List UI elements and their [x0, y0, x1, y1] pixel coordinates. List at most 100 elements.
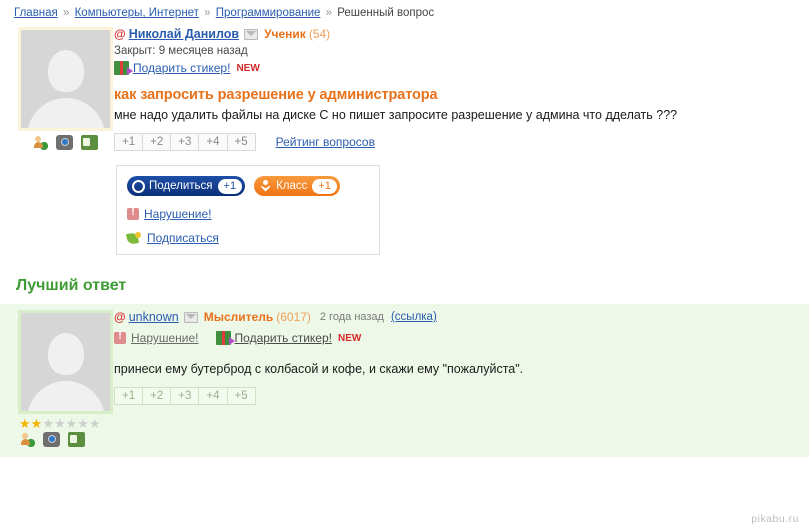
answer-time-ago: 2 года назад [319, 311, 384, 323]
answer-icon-strip [19, 432, 114, 447]
gift-icon[interactable] [114, 61, 133, 75]
rating-button-plus4[interactable]: +4 [199, 388, 228, 404]
best-answer-block: ★★★★★★★ @ unknown Мыслитель (6017) 2 год… [0, 304, 809, 457]
new-badge: NEW [236, 62, 260, 74]
question-gift-sticker-link[interactable]: Подарить стикер! [133, 61, 230, 75]
question-avatar-column [0, 27, 114, 150]
question-body: мне надо удалить файлы на диске С но пиш… [114, 108, 678, 122]
question-gift-sticker-row: Подарить стикер! NEW [114, 61, 795, 75]
share-button[interactable]: Поделиться +1 [127, 176, 246, 196]
rating-button-plus2[interactable]: +2 [143, 388, 172, 404]
best-answer-heading: Лучший ответ [0, 261, 809, 304]
video-icon[interactable] [67, 432, 85, 447]
avatar-body [26, 98, 105, 128]
leaf-icon [127, 231, 142, 245]
question-author-rank: Ученик [264, 27, 306, 41]
question-closed-status: Закрыт: 9 месяцев назад [114, 45, 248, 57]
answer-gift-sticker-link[interactable]: Подарить стикер! [235, 331, 332, 345]
question-violation-link[interactable]: Нарушение! [144, 207, 212, 221]
odnoklassniki-button-label: Класс [276, 180, 308, 192]
breadcrumb-item-home[interactable]: Главная [14, 7, 58, 19]
question-rating-row: +1 +2 +3 +4 +5 Рейтинг вопросов [114, 133, 795, 151]
breadcrumb-item-computers[interactable]: Компьютеры, Интернет [75, 7, 199, 19]
breadcrumb-separator: » [62, 7, 70, 19]
warning-icon [127, 206, 139, 220]
answer-body: принеси ему бутерброд с колбасой и кофе,… [114, 362, 524, 376]
answer-violation-row: Нарушение! [114, 330, 199, 345]
gift-icon[interactable] [215, 331, 235, 345]
avatar [18, 27, 113, 131]
envelope-icon[interactable] [244, 29, 259, 40]
camera-icon[interactable] [56, 135, 74, 150]
answer-gift-sticker-row: Подарить стикер! NEW [215, 331, 362, 345]
rating-button-plus3[interactable]: +3 [171, 134, 200, 150]
share-button-label: Поделиться [149, 180, 213, 192]
star-icon: ★ [42, 416, 54, 431]
share-icon [132, 179, 145, 193]
question-title: как запросить разрешение у администратор… [114, 87, 438, 103]
warning-icon [114, 330, 126, 344]
question-block: @ Николай Данилов Ученик (54) Закрыт: 9 … [0, 27, 809, 261]
rating-button-plus5[interactable]: +5 [227, 388, 256, 404]
question-violation-row: Нарушение! [127, 206, 369, 221]
odnoklassniki-button[interactable]: Класс +1 [254, 176, 340, 196]
user-globe-icon[interactable] [19, 432, 36, 447]
avatar [18, 310, 113, 414]
at-icon: @ [114, 27, 126, 41]
question-rating-link-wrap: Рейтинг вопросов [276, 135, 375, 149]
share-button-count: +1 [217, 178, 243, 194]
star-icon: ★ [77, 416, 89, 431]
star-icon: ★ [30, 416, 43, 431]
at-icon: @ [114, 310, 126, 324]
breadcrumb-item-current: Решенный вопрос [337, 7, 435, 19]
question-rating-link[interactable]: Рейтинг вопросов [276, 135, 375, 149]
answer-avatar-column: ★★★★★★★ [0, 310, 114, 447]
star-icon: ★ [88, 416, 101, 431]
breadcrumb-item-programming[interactable]: Программирование [216, 7, 321, 19]
rating-button-plus4[interactable]: +4 [199, 134, 228, 150]
rating-button-plus2[interactable]: +2 [143, 134, 172, 150]
answer-author-rank-points: (6017) [276, 310, 311, 324]
breadcrumb-separator: » [204, 7, 211, 19]
question-subscribe-row: Подписаться [127, 231, 369, 245]
share-panel: Поделиться +1 Класс +1 Нарушение! Подп [116, 165, 380, 255]
question-content: @ Николай Данилов Ученик (54) Закрыт: 9 … [114, 27, 809, 255]
rating-button-plus1[interactable]: +1 [115, 388, 144, 404]
share-buttons-row: Поделиться +1 Класс +1 [127, 176, 369, 196]
user-globe-icon[interactable] [32, 135, 49, 150]
star-icon: ★ [19, 416, 31, 431]
question-icon-strip [32, 135, 114, 150]
answer-violation-link[interactable]: Нарушение! [131, 331, 199, 345]
question-subscribe-link[interactable]: Подписаться [147, 231, 219, 245]
avatar-head [47, 50, 84, 92]
answer-rating-row: +1 +2 +3 +4 +5 [114, 387, 795, 405]
envelope-icon[interactable] [183, 312, 198, 323]
odnoklassniki-icon [259, 179, 272, 193]
question-rating-buttons: +1 +2 +3 +4 +5 [114, 133, 256, 151]
avatar-body [26, 381, 105, 411]
question-author-line: @ Николай Данилов Ученик (54) [114, 27, 795, 42]
video-icon[interactable] [80, 135, 98, 150]
question-author-link[interactable]: Николай Данилов [129, 27, 239, 42]
answer-permalink-wrap: (ссылка) [391, 310, 437, 325]
rating-button-plus3[interactable]: +3 [171, 388, 200, 404]
breadcrumb: Главная » Компьютеры, Интернет » Програм… [0, 0, 809, 19]
avatar-head [47, 333, 84, 375]
answer-content: @ unknown Мыслитель (6017) 2 года назад … [114, 310, 809, 405]
answer-rating-buttons: +1 +2 +3 +4 +5 [114, 387, 256, 405]
rating-button-plus5[interactable]: +5 [227, 134, 256, 150]
watermark: pikabu.ru [751, 513, 799, 525]
new-badge: NEW [337, 332, 362, 344]
camera-icon[interactable] [43, 432, 61, 447]
odnoklassniki-button-count: +1 [312, 178, 337, 194]
answer-star-rating[interactable]: ★★★★★★★ [19, 417, 114, 430]
star-icon: ★ [53, 416, 66, 431]
answer-actions-row: Нарушение! Подарить стикер! NEW [114, 330, 795, 345]
answer-permalink[interactable]: (ссылка) [391, 311, 437, 323]
answer-author-line: @ unknown Мыслитель (6017) 2 года назад … [114, 310, 795, 325]
rating-button-plus1[interactable]: +1 [115, 134, 144, 150]
answer-author-link[interactable]: unknown [129, 310, 179, 325]
answer-author-rank: Мыслитель [203, 310, 274, 324]
question-author-rank-points: (54) [308, 27, 331, 41]
breadcrumb-separator: » [325, 7, 332, 19]
